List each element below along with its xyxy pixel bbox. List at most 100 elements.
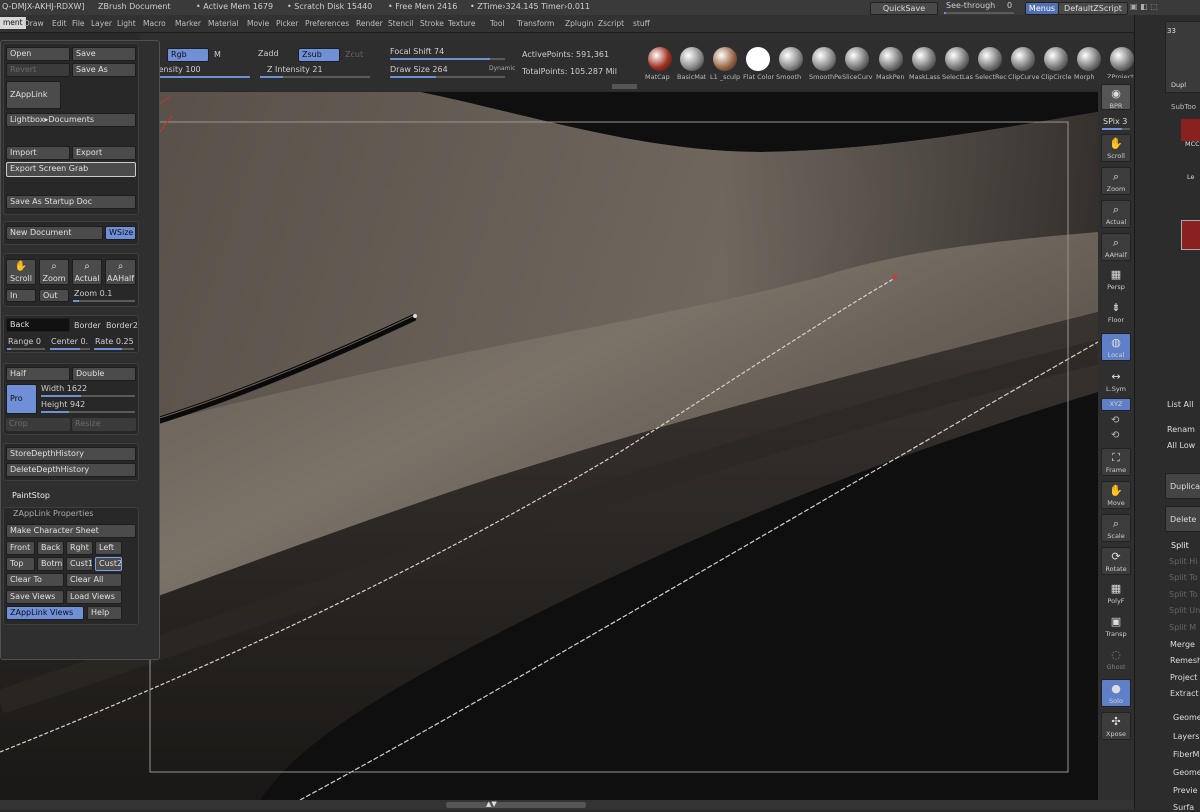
transp-button[interactable]: ▣ Transp	[1101, 613, 1131, 641]
border2-button[interactable]: Border2	[106, 321, 138, 330]
fibermesh-header[interactable]: FiberM	[1173, 750, 1199, 759]
zoom-out-button[interactable]: Out	[39, 289, 69, 302]
quicksave-button[interactable]: QuickSave	[870, 2, 938, 15]
rotate-y-icon[interactable]: ⟲	[1111, 415, 1119, 426]
material-swatch-3[interactable]	[746, 47, 770, 71]
draw-size-slider[interactable]	[390, 76, 505, 78]
width-slider[interactable]	[41, 395, 135, 397]
back-color-button[interactable]: Back	[6, 318, 70, 332]
geometry-header[interactable]: Geome	[1173, 713, 1200, 722]
help-button[interactable]: Help	[87, 606, 122, 620]
split-masked-button[interactable]: Split M	[1169, 623, 1196, 632]
actual-button[interactable]: ⌕ Actual	[1101, 200, 1131, 228]
lsym-button[interactable]: ↔ L.Sym	[1101, 368, 1131, 396]
crop-button[interactable]: Crop	[6, 418, 70, 431]
remesh-header[interactable]: Remesh	[1170, 656, 1200, 665]
material-swatch-9[interactable]	[945, 47, 969, 71]
save-startup-doc-button[interactable]: Save As Startup Doc	[6, 195, 136, 209]
material-swatch-6[interactable]	[845, 47, 869, 71]
menu-stroke[interactable]: Stroke	[420, 19, 444, 28]
menus-button[interactable]: Menus	[1025, 2, 1059, 15]
menu-zscript[interactable]: Zscript	[598, 19, 624, 28]
bpr-button[interactable]: ◉ BPR	[1101, 84, 1131, 110]
custom1-view-button[interactable]: Cust1	[66, 557, 93, 571]
center-slider[interactable]	[50, 348, 90, 350]
default-zscript-button[interactable]: DefaultZScript	[1058, 2, 1128, 15]
material-swatch-4[interactable]	[779, 47, 803, 71]
height-slider[interactable]	[41, 411, 135, 413]
extract-header[interactable]: Extract	[1170, 689, 1199, 698]
menu-preferences[interactable]: Preferences	[305, 19, 349, 28]
material-swatch-1[interactable]	[680, 47, 704, 71]
scale-button[interactable]: ⌕ Scale	[1101, 514, 1131, 542]
split-to-parts-button[interactable]: Split To	[1169, 573, 1198, 582]
save-views-button[interactable]: Save Views	[6, 590, 64, 604]
all-low-button[interactable]: All Low	[1167, 441, 1195, 450]
focal-shift-slider[interactable]	[390, 58, 505, 60]
frame-button[interactable]: ⛶ Frame	[1101, 448, 1131, 476]
solo-button[interactable]: ● Solo	[1101, 679, 1131, 707]
zadd-button[interactable]: Zadd	[258, 49, 279, 58]
subtool-header[interactable]: SubToo	[1171, 103, 1196, 111]
back-view-button[interactable]: Back	[37, 541, 64, 555]
range-slider[interactable]	[7, 348, 45, 350]
bottom-shelf-handle[interactable]	[446, 802, 586, 808]
canvas-viewport[interactable]	[0, 92, 1098, 800]
split-to-similar-button[interactable]: Split To	[1169, 590, 1198, 599]
clear-to-button[interactable]: Clear To	[6, 573, 64, 587]
menu-marker[interactable]: Marker	[175, 19, 201, 28]
dynamic-button[interactable]: Dynamic	[489, 65, 515, 72]
top-view-button[interactable]: Top	[6, 557, 35, 571]
persp-button[interactable]: ▦ Persp	[1101, 266, 1131, 294]
material-swatch-12[interactable]	[1044, 47, 1068, 71]
layers-header[interactable]: Layers	[1173, 732, 1199, 741]
menu-texture[interactable]: Texture	[448, 19, 475, 28]
delete-button[interactable]: Delete	[1165, 506, 1200, 532]
left-view-button[interactable]: Left	[95, 541, 122, 555]
paintstop-button[interactable]: PaintStop	[12, 491, 50, 500]
menu-transform[interactable]: Transform	[517, 19, 554, 28]
menu-zplugin[interactable]: Zplugin	[565, 19, 593, 28]
list-all-button[interactable]: List All	[1167, 400, 1193, 409]
new-document-button[interactable]: New Document	[6, 226, 103, 240]
zsub-button[interactable]: Zsub	[298, 48, 340, 62]
material-swatch-0[interactable]	[648, 47, 672, 71]
right-view-button[interactable]: Rght	[66, 541, 93, 555]
floor-button[interactable]: ⇟ Floor	[1101, 299, 1131, 327]
menu-material[interactable]: Material	[208, 19, 238, 28]
export-screen-grab-button[interactable]: Export Screen Grab	[6, 162, 136, 177]
menu-layer[interactable]: Layer	[91, 19, 112, 28]
split-header[interactable]: Split	[1171, 541, 1189, 550]
rotate-z-icon[interactable]: ⟲	[1111, 430, 1119, 441]
aahalf-button[interactable]: ⌕ AAHalf	[1101, 233, 1131, 261]
material-swatch-5[interactable]	[812, 47, 836, 71]
material-swatch-14[interactable]	[1110, 47, 1134, 71]
subtool-thumb-2[interactable]	[1181, 220, 1200, 250]
pro-button[interactable]: Pro	[6, 384, 37, 414]
scroll-button[interactable]: ✋ Scroll	[1101, 134, 1131, 162]
project-header[interactable]: Project	[1170, 673, 1197, 682]
see-through-slider[interactable]	[944, 12, 1014, 14]
delete-depth-history-button[interactable]: DeleteDepthHistory	[6, 463, 136, 477]
zoom-button[interactable]: ⌕ Zoom	[1101, 167, 1131, 195]
ghost-button[interactable]: ◌ Ghost	[1101, 646, 1131, 674]
resize-button[interactable]: Resize	[72, 418, 136, 431]
subtool-thumb-1[interactable]	[1181, 119, 1200, 141]
menu-edit[interactable]: Edit	[52, 19, 67, 28]
material-swatch-11[interactable]	[1011, 47, 1035, 71]
preview-header[interactable]: Previe	[1173, 786, 1198, 795]
bottom-view-button[interactable]: Botm	[37, 557, 64, 571]
window-controls-icon[interactable]: ▣ ◧ ⬚	[1130, 2, 1158, 11]
custom2-view-button[interactable]: Cust2	[95, 557, 122, 571]
material-swatch-2[interactable]	[713, 47, 737, 71]
zapplink-views-button[interactable]: ZAppLink Views	[6, 606, 84, 620]
zcut-button[interactable]: Zcut	[345, 50, 363, 59]
menu-draw[interactable]: Draw	[24, 19, 44, 28]
rotate-button[interactable]: ⟳ Rotate	[1101, 547, 1131, 575]
split-hidden-button[interactable]: Split Hi	[1169, 557, 1198, 566]
export-button[interactable]: Export	[72, 146, 136, 160]
half-button[interactable]: Half	[6, 367, 70, 381]
menu-file[interactable]: File	[72, 19, 85, 28]
scroll-tool-button[interactable]: ✋ Scroll	[6, 259, 36, 285]
save-as-button[interactable]: Save As	[72, 63, 136, 77]
